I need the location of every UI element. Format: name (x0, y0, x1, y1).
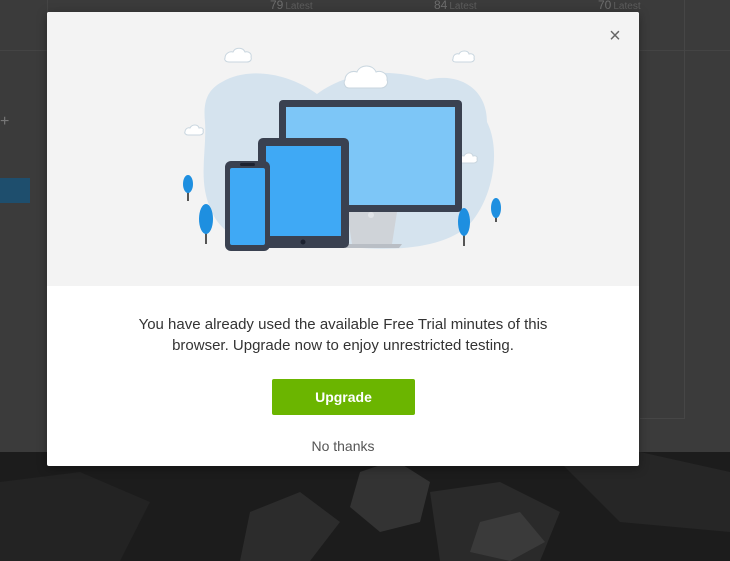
tablet-icon (258, 138, 349, 248)
no-thanks-link[interactable]: No thanks (47, 438, 639, 454)
background-side-panel (640, 0, 685, 419)
cloud-icon (184, 124, 204, 136)
upgrade-button[interactable]: Upgrade (272, 379, 415, 415)
modal-body: You have already used the available Free… (47, 286, 639, 466)
tree-icon (183, 175, 193, 201)
background-stat-value: 79 (270, 0, 284, 12)
cloud-icon (343, 65, 388, 89)
trial-expired-message: You have already used the available Free… (138, 316, 548, 354)
tree-icon (199, 204, 213, 244)
close-icon[interactable]: × (605, 26, 625, 46)
cloud-icon (224, 47, 252, 63)
cloud-icon (452, 50, 475, 63)
background-stat: 70 Latest (598, 0, 641, 12)
background-rock-image (0, 452, 730, 561)
background-stat-value: 70 (598, 0, 612, 12)
devices-illustration (183, 47, 501, 251)
background-plus-icon: + (0, 113, 10, 130)
modal-hero: × (47, 12, 639, 286)
tree-icon (458, 208, 470, 246)
background-stat: 79 Latest (270, 0, 313, 12)
background-active-tab (0, 178, 30, 203)
phone-icon (225, 161, 270, 251)
upgrade-modal: × You have already used the available Fr… (47, 12, 639, 466)
tree-icon (491, 198, 501, 222)
background-stat-label: Latest (449, 1, 477, 12)
background-stat-label: Latest (285, 1, 313, 12)
background-stat-value: 84 (434, 0, 448, 12)
background-stat-label: Latest (613, 1, 641, 12)
background-stat: 84 Latest (434, 0, 477, 12)
